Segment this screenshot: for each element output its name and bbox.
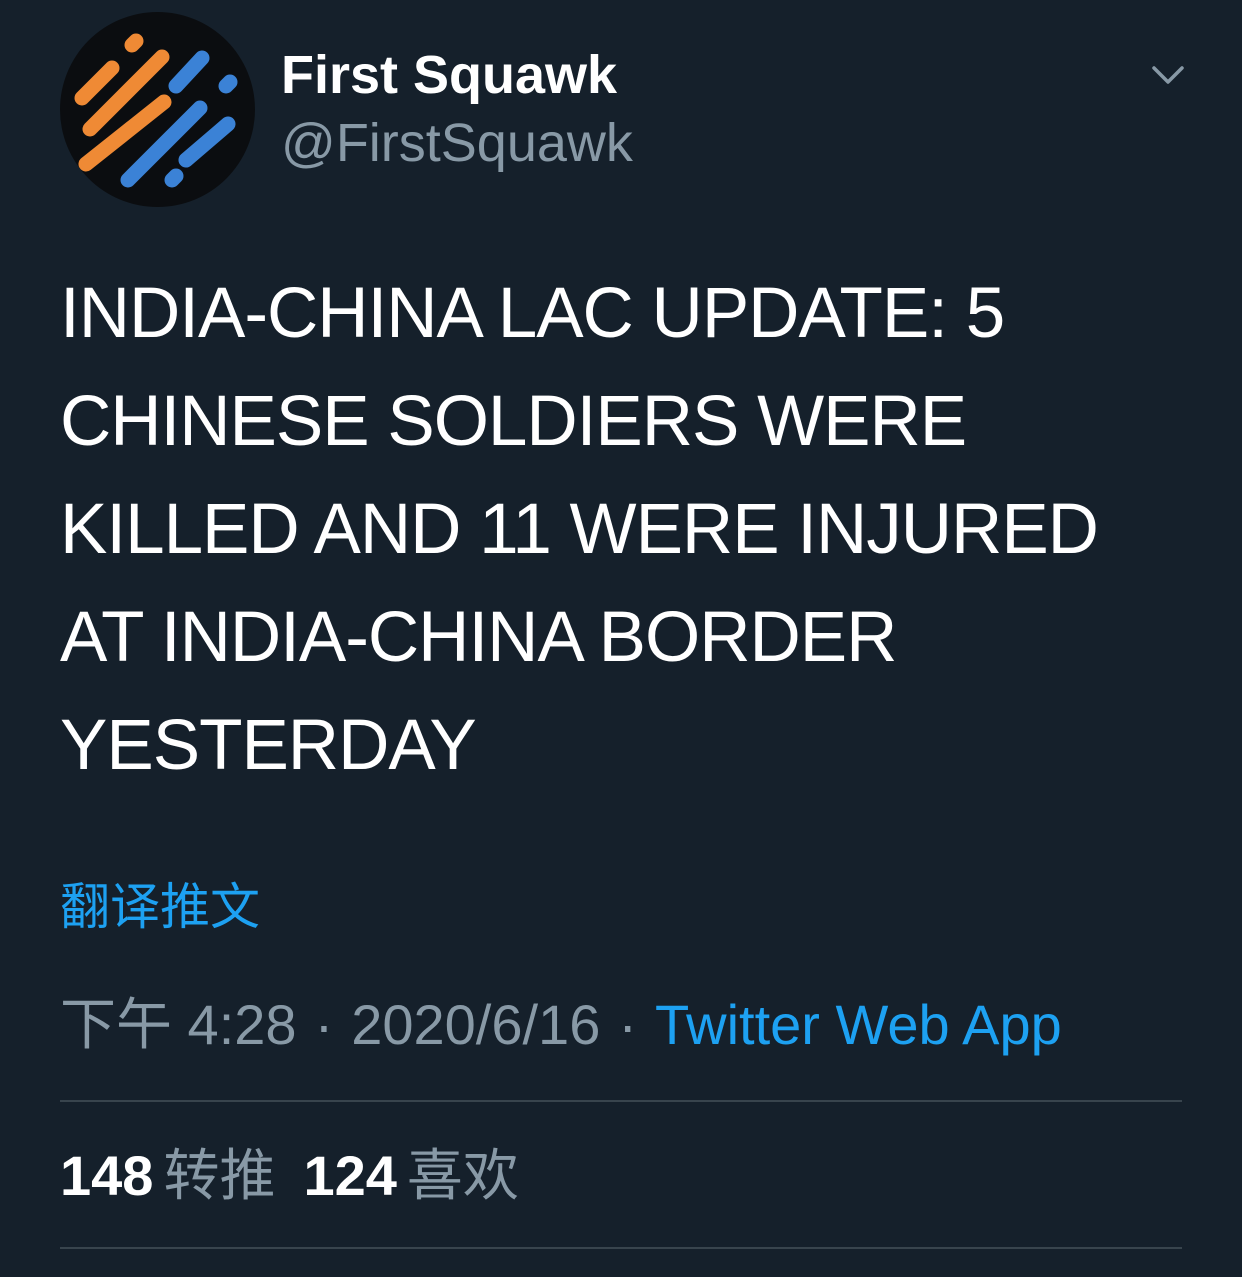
tweet-source-link[interactable]: Twitter Web App <box>655 993 1062 1056</box>
likes-label: 喜欢 <box>406 1144 519 1207</box>
tweet-date: 2020/6/16 <box>351 993 601 1056</box>
retweets-count: 148 <box>60 1144 154 1207</box>
translate-tweet-link[interactable]: 翻译推文 <box>60 874 260 940</box>
tweet-detail: First Squawk @FirstSquawk INDIA-CHINA LA… <box>0 0 1242 1277</box>
likes-stat[interactable]: 124 喜欢 <box>303 1144 518 1207</box>
first-squawk-logo-icon <box>74 33 238 188</box>
meta-separator: · <box>618 993 638 1056</box>
engagement-stats: 148 转推 124 喜欢 <box>60 1140 519 1212</box>
meta-separator: · <box>314 993 334 1056</box>
retweets-label: 转推 <box>163 1144 276 1207</box>
chevron-down-icon[interactable] <box>1146 56 1190 96</box>
display-name[interactable]: First Squawk <box>281 42 617 108</box>
avatar[interactable] <box>60 12 255 207</box>
divider <box>60 1100 1182 1102</box>
tweet-meta: 下午 4:28 · 2020/6/16 · Twitter Web App <box>60 990 1062 1060</box>
user-handle[interactable]: @FirstSquawk <box>281 110 633 176</box>
tweet-text: INDIA-CHINA LAC UPDATE: 5 CHINESE SOLDIE… <box>60 274 1099 785</box>
likes-count: 124 <box>303 1144 397 1207</box>
retweets-stat[interactable]: 148 转推 <box>60 1144 275 1207</box>
tweet-time: 下午 4:28 <box>60 993 297 1056</box>
divider <box>60 1247 1182 1249</box>
